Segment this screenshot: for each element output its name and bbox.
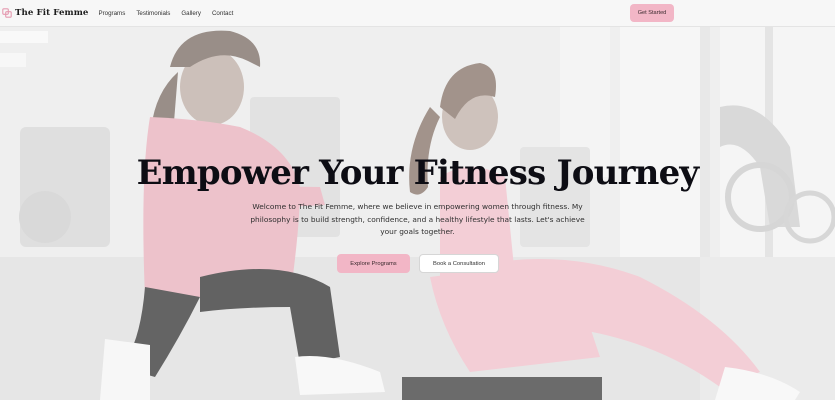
hero-description: Welcome to The Fit Femme, where we belie… xyxy=(250,202,585,237)
hero-section: Empower Your Fitness Journey Welcome to … xyxy=(0,27,835,400)
nav-link-testimonials[interactable]: Testimonials xyxy=(136,10,170,17)
explore-programs-button[interactable]: Explore Programs xyxy=(337,254,410,273)
hero-content: Empower Your Fitness Journey Welcome to … xyxy=(0,27,835,400)
get-started-button[interactable]: Get Started xyxy=(630,4,674,22)
brand-logo[interactable]: The Fit Femme xyxy=(2,8,88,18)
nav-link-gallery[interactable]: Gallery xyxy=(181,10,201,17)
top-navbar: The Fit Femme Programs Testimonials Gall… xyxy=(0,0,835,27)
nav-links: Programs Testimonials Gallery Contact xyxy=(98,10,244,17)
brand-name: The Fit Femme xyxy=(15,8,89,18)
interlocking-squares-icon xyxy=(2,8,12,18)
nav-link-programs[interactable]: Programs xyxy=(98,10,125,17)
hero-title: Empower Your Fitness Journey xyxy=(136,153,700,193)
book-consultation-button[interactable]: Book a Consultation xyxy=(419,254,499,273)
nav-link-contact[interactable]: Contact xyxy=(212,10,233,17)
